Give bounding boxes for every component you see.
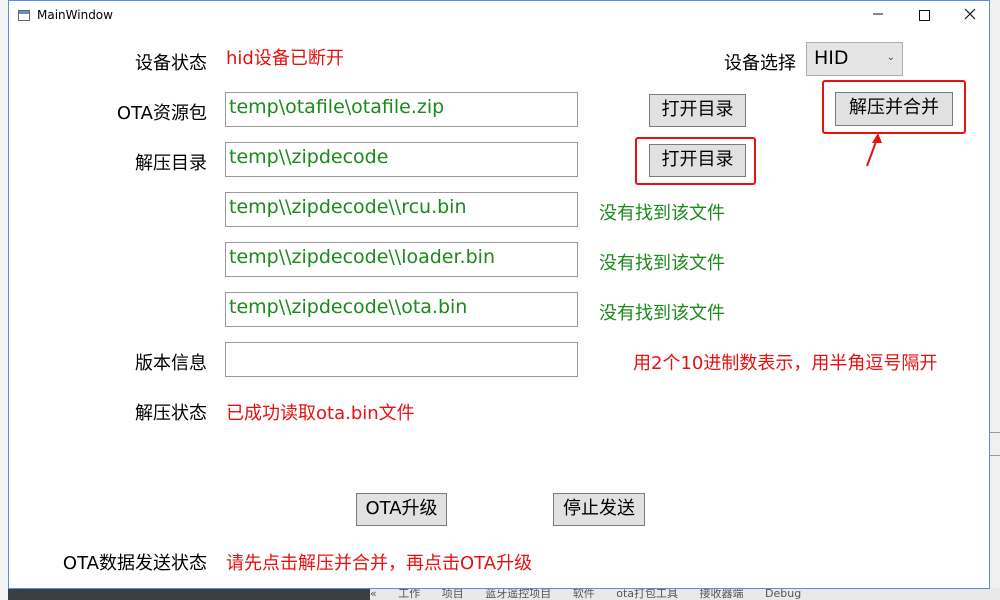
ota-upgrade-button[interactable]: OTA升级	[356, 493, 447, 526]
breadcrumb-item: Debug	[765, 588, 802, 600]
background-divider	[990, 432, 1000, 433]
ota-send-status-label: OTA数据发送状态	[62, 553, 207, 574]
version-info-label: 版本信息	[135, 353, 207, 374]
loader-bin-path-input[interactable]: temp\\zipdecode\\loader.bin	[225, 242, 578, 277]
close-icon	[964, 8, 976, 20]
background-explorer-breadcrumb: « 工作 项目 蓝牙遥控项目 软件 ota打包工具 接收器端 Debug	[370, 588, 1000, 600]
window-title: MainWindow	[37, 8, 113, 22]
unzip-merge-button[interactable]: 解压并合并	[835, 92, 953, 126]
background-divider	[990, 455, 1000, 456]
stop-send-button[interactable]: 停止发送	[553, 493, 645, 526]
ota-bin-path-input[interactable]: temp\\zipdecode\\ota.bin	[225, 292, 578, 327]
background-window-left	[0, 0, 8, 600]
app-window-icon	[18, 10, 30, 21]
ota-file-status: 没有找到该文件	[599, 303, 725, 324]
unzip-status-value: 已成功读取ota.bin文件	[226, 403, 415, 424]
breadcrumb-item: 软件	[572, 588, 595, 600]
chevron-down-icon: ⌄	[886, 52, 895, 63]
breadcrumb-item: 蓝牙遥控项目	[485, 588, 552, 600]
loader-file-status: 没有找到该文件	[599, 253, 725, 274]
breadcrumb-item: «	[370, 588, 377, 600]
breadcrumb-item: 接收器端	[699, 588, 744, 600]
maximize-icon	[918, 9, 930, 21]
maximize-button[interactable]	[901, 1, 947, 32]
main-window: MainWindow 设备状态 hid设备已断开 设备选择 HID ⌄ OTA资…	[8, 0, 990, 589]
minimize-button[interactable]	[855, 1, 901, 32]
unzip-status-label: 解压状态	[135, 403, 207, 424]
ota-package-input[interactable]: temp\otafile\otafile.zip	[225, 92, 578, 127]
ota-package-label: OTA资源包	[116, 103, 207, 124]
breadcrumb-item: 工作	[398, 588, 421, 600]
close-button[interactable]	[947, 1, 993, 32]
title-bar[interactable]: MainWindow	[9, 1, 989, 32]
breadcrumb-item: ota打包工具	[616, 588, 679, 600]
version-info-input[interactable]	[225, 342, 578, 377]
open-unzip-directory-button[interactable]: 打开目录	[649, 144, 746, 177]
device-status-label: 设备状态	[135, 53, 207, 74]
unzip-directory-label: 解压目录	[135, 153, 207, 174]
minimize-icon	[873, 13, 883, 15]
background-window-right	[990, 0, 1000, 600]
rcu-bin-path-input[interactable]: temp\\zipdecode\\rcu.bin	[225, 192, 578, 227]
device-select-label: 设备选择	[724, 53, 796, 74]
device-status-value: hid设备已断开	[226, 48, 344, 69]
open-directory-button[interactable]: 打开目录	[649, 94, 746, 127]
device-select-dropdown[interactable]: HID ⌄	[806, 42, 903, 76]
ota-send-status-value: 请先点击解压并合并，再点击OTA升级	[226, 553, 533, 574]
arrow-annotation-icon	[866, 133, 882, 167]
device-select-value: HID	[814, 47, 849, 69]
unzip-directory-input[interactable]: temp\\zipdecode	[225, 142, 578, 177]
version-format-hint: 用2个10进制数表示，用半角逗号隔开	[633, 353, 938, 374]
rcu-file-status: 没有找到该文件	[599, 203, 725, 224]
breadcrumb-item: 项目	[441, 588, 464, 600]
